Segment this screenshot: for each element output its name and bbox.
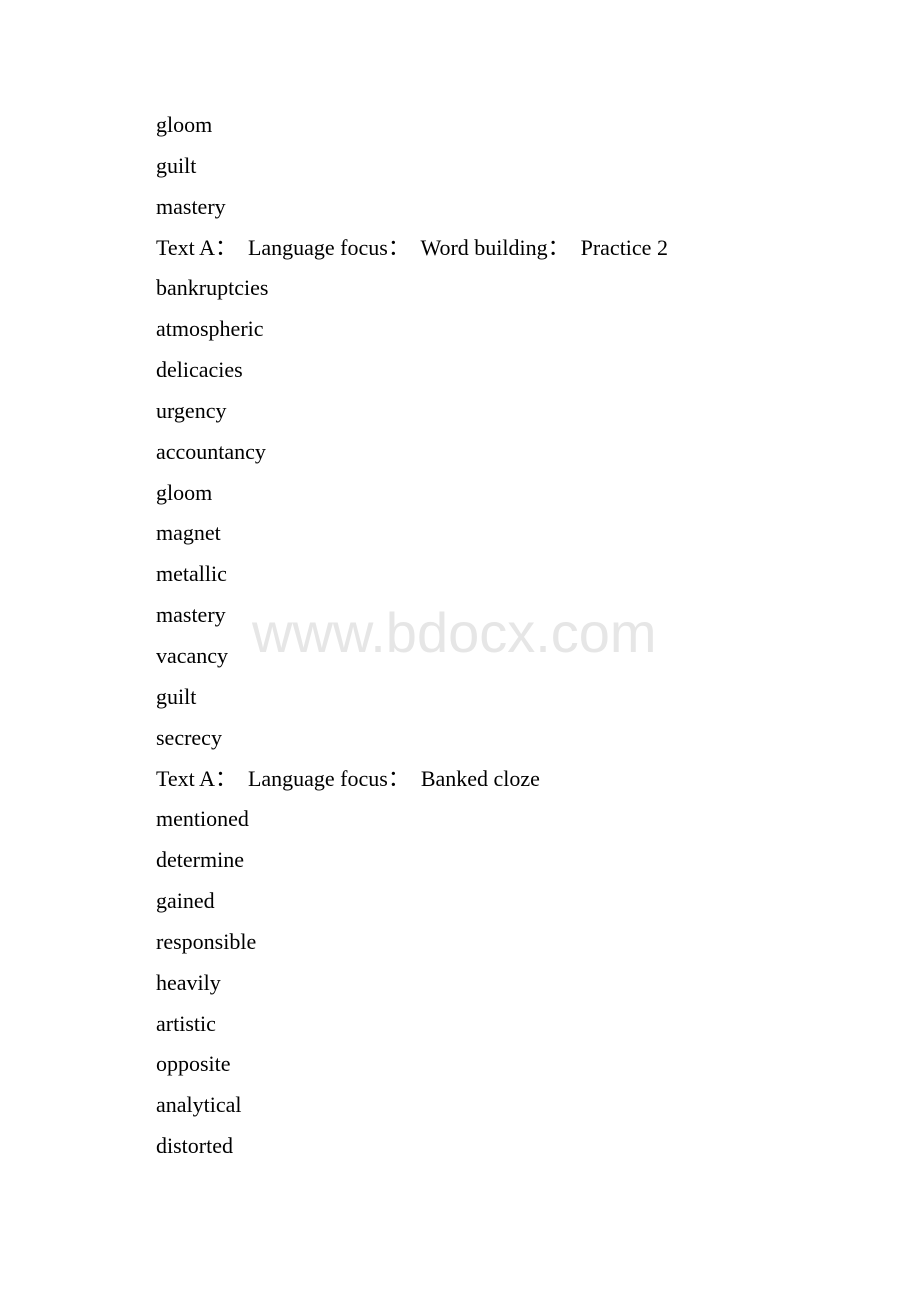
answer-word: determine (156, 847, 244, 873)
answer-word: mastery (156, 193, 226, 219)
answer-word: accountancy (156, 438, 266, 464)
answer-word: secrecy (156, 724, 222, 750)
answer-word: gloom (156, 112, 213, 137)
answer-word: magnet (156, 520, 221, 546)
answer-word: vacancy (156, 642, 229, 668)
answer-word: analytical (156, 1092, 242, 1118)
section-heading: Text A： Language focus： Word building： P… (156, 234, 668, 260)
answer-word: bankruptcies (156, 275, 269, 301)
answer-word: gloom (156, 479, 213, 505)
answer-word: guilt (156, 683, 197, 709)
answer-word: opposite (156, 1051, 231, 1077)
document-page: gloom guilt mastery Text A： Language foc… (156, 107, 668, 1169)
answer-word: responsible (156, 928, 257, 954)
answer-word: mentioned (156, 806, 249, 832)
answer-word: gained (156, 888, 215, 914)
answer-word: mastery (156, 602, 226, 628)
answer-word: distorted (156, 1133, 233, 1159)
answer-word: delicacies (156, 357, 243, 383)
answer-word: metallic (156, 561, 227, 587)
section-heading: Text A： Language focus： Banked cloze (156, 765, 540, 791)
answer-word: urgency (156, 397, 227, 423)
answer-word: heavily (156, 969, 221, 995)
answer-word: atmospheric (156, 316, 264, 342)
answer-word: artistic (156, 1010, 216, 1036)
answer-word: guilt (156, 152, 197, 178)
